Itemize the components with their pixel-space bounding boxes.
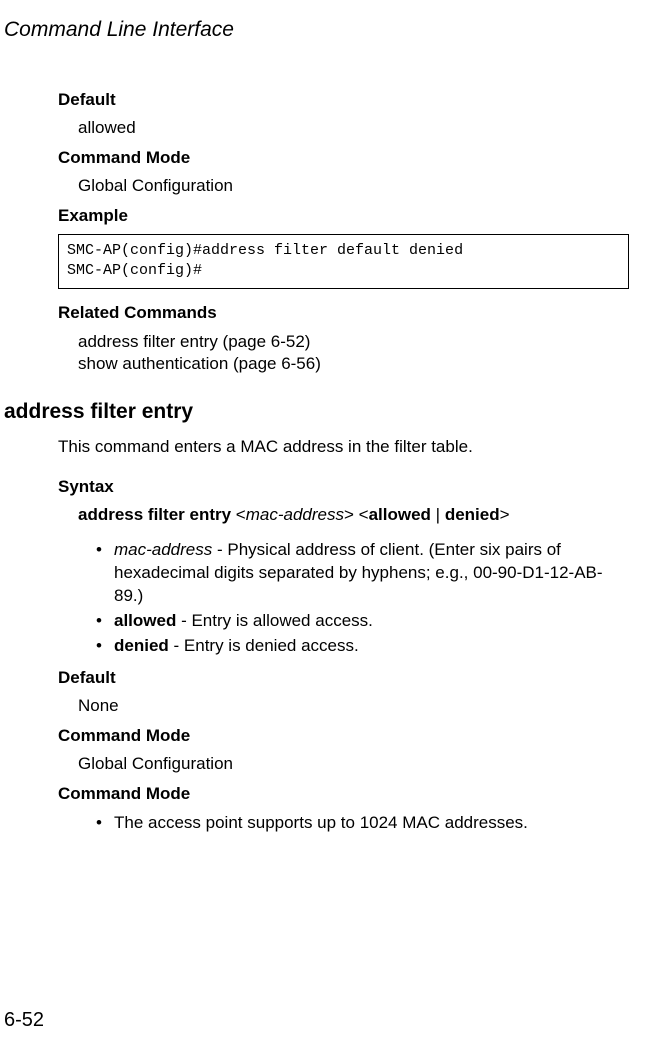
syntax-keyword: address filter entry (78, 505, 231, 524)
syntax-keyword: allowed (369, 505, 431, 524)
list-item: • mac-address - Physical address of clie… (96, 539, 629, 608)
param-name: allowed (114, 611, 176, 630)
syntax-text: | (431, 505, 445, 524)
command-mode-label: Command Mode (58, 148, 629, 168)
related-commands-list: address filter entry (page 6-52) show au… (78, 331, 629, 377)
bullet-icon: • (96, 812, 114, 835)
command-mode-value: Global Configuration (78, 754, 629, 774)
command-content: This command enters a MAC address in the… (58, 436, 629, 835)
command-mode-value: Global Configuration (78, 176, 629, 196)
main-content: Default allowed Command Mode Global Conf… (58, 90, 629, 376)
command-description: This command enters a MAC address in the… (58, 436, 629, 459)
command-mode-label-2: Command Mode (58, 784, 629, 804)
default-label: Default (58, 668, 629, 688)
example-label: Example (58, 206, 629, 226)
default-label: Default (58, 90, 629, 110)
bullet-icon: • (96, 539, 114, 608)
example-code-box: SMC-AP(config)#address filter default de… (58, 234, 629, 289)
syntax-param: mac-address (246, 505, 344, 524)
related-item: address filter entry (page 6-52) (78, 331, 629, 354)
syntax-label: Syntax (58, 477, 629, 497)
list-item: • denied - Entry is denied access. (96, 635, 629, 658)
command-title: address filter entry (4, 400, 629, 424)
note-list: • The access point supports up to 1024 M… (96, 812, 629, 835)
code-line: SMC-AP(config)#address filter default de… (67, 242, 463, 259)
default-value: allowed (78, 118, 629, 138)
syntax-keyword: denied (445, 505, 500, 524)
page-header: Command Line Interface (4, 18, 629, 42)
command-mode-label: Command Mode (58, 726, 629, 746)
related-item: show authentication (page 6-56) (78, 353, 629, 376)
code-line: SMC-AP(config)# (67, 262, 202, 279)
param-text: mac-address - Physical address of client… (114, 539, 629, 608)
list-item: • The access point supports up to 1024 M… (96, 812, 629, 835)
param-desc: - Entry is denied access. (169, 636, 359, 655)
syntax-line: address filter entry <mac-address> <allo… (78, 505, 629, 525)
param-list: • mac-address - Physical address of clie… (96, 539, 629, 658)
param-name: mac-address (114, 540, 212, 559)
bullet-icon: • (96, 635, 114, 658)
param-name: denied (114, 636, 169, 655)
default-value: None (78, 696, 629, 716)
param-desc: - Entry is allowed access. (176, 611, 373, 630)
syntax-text: < (231, 505, 246, 524)
bullet-icon: • (96, 610, 114, 633)
param-text: allowed - Entry is allowed access. (114, 610, 629, 633)
list-item: • allowed - Entry is allowed access. (96, 610, 629, 633)
param-text: denied - Entry is denied access. (114, 635, 629, 658)
syntax-text: > < (344, 505, 369, 524)
syntax-text: > (500, 505, 510, 524)
page-number: 6-52 (4, 1009, 44, 1032)
related-commands-label: Related Commands (58, 303, 629, 323)
note-text: The access point supports up to 1024 MAC… (114, 812, 629, 835)
